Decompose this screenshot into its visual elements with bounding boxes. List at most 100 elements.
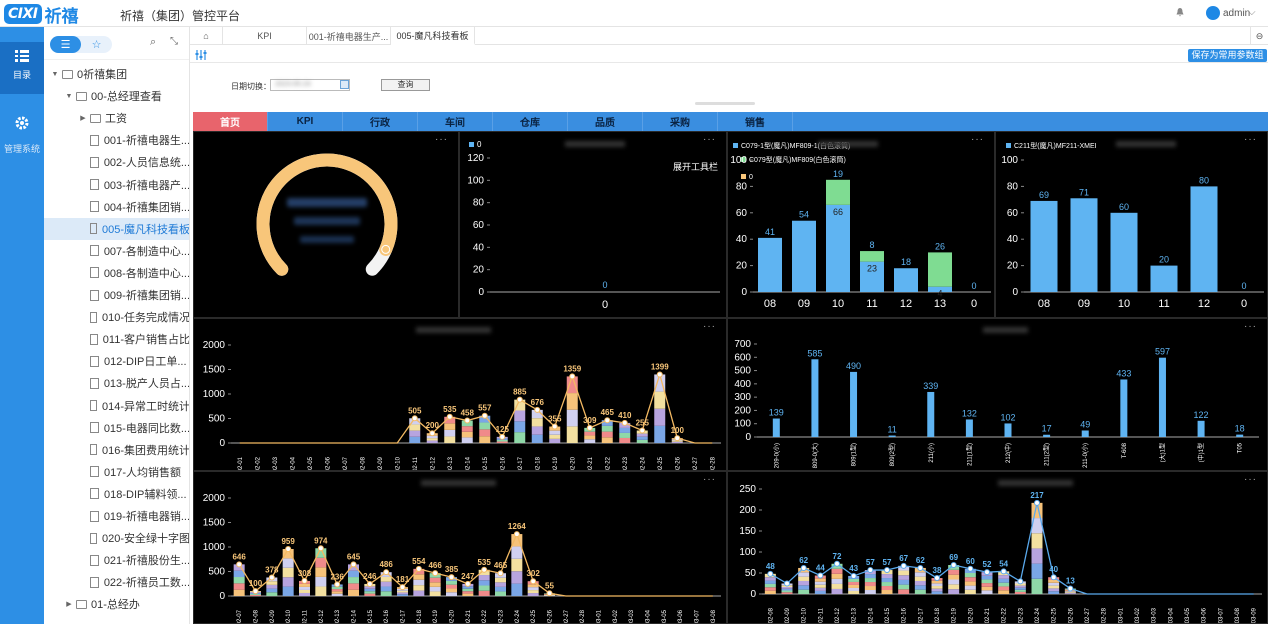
y-tick-label: 500	[208, 567, 225, 578]
query-button[interactable]: 查询	[381, 79, 430, 91]
category-tab[interactable]: 车间	[418, 112, 493, 131]
x-tick-label: 03-07	[695, 609, 701, 624]
tree-item[interactable]: 002-人员信息统...	[44, 151, 189, 173]
caret-down-icon[interactable]: ▼	[50, 71, 60, 78]
bar-segment	[413, 590, 425, 596]
avatar[interactable]	[1206, 6, 1220, 20]
line-point	[285, 546, 292, 553]
data-label: 17	[1042, 424, 1052, 434]
bar-segment	[584, 431, 596, 436]
x-tick-label: 02-16	[902, 607, 908, 623]
bar-segment	[881, 574, 893, 579]
tree-item[interactable]: 013-脱产人员占...	[44, 372, 189, 394]
category-tab[interactable]: 销售	[718, 112, 793, 131]
x-tick-label: 02-04	[290, 456, 296, 471]
bar-segment	[479, 436, 491, 443]
tree-item[interactable]: 015-电器同比数...	[44, 417, 189, 439]
tree-item[interactable]: ▶ 工资	[44, 107, 189, 129]
tree-item[interactable]: 009-祈禧集团销...	[44, 284, 189, 306]
line-point	[530, 578, 537, 585]
line-point	[464, 580, 471, 587]
category-tab[interactable]: KPI	[268, 112, 343, 131]
x-tick-label: 02-24	[515, 609, 521, 624]
bar-segment	[409, 430, 421, 437]
collapse-icon[interactable]: ⤡	[170, 36, 178, 47]
top-bar: CIXI 祈禧 祈禧（集团）管控平台 admin ⌵	[0, 0, 1268, 27]
tree-item[interactable]: 004-祈禧集团销...	[44, 196, 189, 218]
settings-sliders-icon[interactable]	[195, 50, 207, 60]
tree-item-label: 018-DIP辅料领...	[104, 488, 187, 501]
tab-005[interactable]: 005-魔凡科技看板	[391, 27, 475, 45]
category-tab[interactable]: 采购	[643, 112, 718, 131]
tree-item[interactable]: 018-DIP辅料领...	[44, 483, 189, 505]
tree-item[interactable]: 011-客户销售占比	[44, 328, 190, 350]
tree-item[interactable]: ▼ 00-总经理查看	[44, 85, 189, 107]
save-params-button[interactable]: 保存为常用参数组合	[1188, 49, 1267, 73]
collapse-handle[interactable]	[695, 102, 755, 105]
y-tick-label: 0	[478, 287, 484, 298]
line-point	[411, 415, 418, 422]
tab-001[interactable]: 001-祈禧电器生产...	[307, 27, 391, 45]
search-icon[interactable]: ⌕	[150, 36, 156, 49]
category-tab[interactable]: 品质	[568, 112, 643, 131]
line-point	[366, 580, 373, 587]
bar-segment	[527, 593, 539, 596]
x-tick-label: 03-07	[1218, 607, 1224, 623]
tree-item[interactable]: 016-集团费用统计	[44, 439, 189, 461]
tree-item[interactable]: 001-祈禧电器生...	[44, 129, 189, 151]
tree-item[interactable]: ▶ 01-总经办	[44, 593, 189, 615]
tab-kpi[interactable]: KPI	[223, 27, 307, 45]
tree-item[interactable]: 017-人均销售额	[44, 461, 189, 483]
tree-item[interactable]: 022-祈禧员工数...	[44, 571, 189, 593]
bar-segment	[446, 584, 457, 589]
tree-item[interactable]: 019-祈禧电器销...	[44, 505, 189, 527]
bell-icon[interactable]	[1175, 7, 1185, 17]
caret-down-icon[interactable]: ▼	[64, 93, 74, 100]
chevron-down-icon[interactable]: ⌵	[1248, 7, 1256, 18]
nav-item-management[interactable]: 管理系统	[0, 112, 44, 162]
bar-segment	[315, 586, 327, 596]
tree-item[interactable]: 005-魔凡科技看板	[44, 217, 189, 240]
data-label: 62	[916, 556, 925, 565]
document-icon	[90, 179, 99, 190]
tree-item[interactable]: 020-安全绿十字图	[44, 527, 189, 549]
line-point	[252, 588, 259, 595]
line-point	[513, 531, 520, 538]
bar-segment	[798, 572, 810, 577]
tree-item[interactable]: 007-各制造中心...	[44, 240, 189, 262]
bar-segment	[781, 592, 793, 594]
data-label: 597	[1155, 347, 1170, 357]
tree-item-label: 工资	[105, 113, 127, 126]
data-label: 505	[408, 406, 422, 415]
tree-item[interactable]: 012-DIP日工单...	[44, 350, 189, 372]
tree-item[interactable]: 003-祈禧电器产...	[44, 174, 189, 196]
caret-right-icon[interactable]: ▶	[64, 600, 74, 608]
category-tab[interactable]: 首页	[193, 112, 268, 131]
tree-item[interactable]: ▼ 0祈禧集团	[44, 63, 189, 85]
date-input[interactable]: 2023-05-24	[270, 79, 350, 91]
list-view-icon[interactable]: ☰	[50, 36, 81, 53]
tree-item[interactable]: 010-任务完成情况	[44, 306, 189, 328]
bar-segment	[1014, 591, 1026, 594]
bar-segment	[233, 577, 245, 584]
tree-item[interactable]: 014-异常工时统计	[44, 395, 189, 417]
bar-segment	[864, 582, 876, 587]
x-tick-label: 02-12	[319, 609, 325, 624]
bar-segment	[948, 589, 960, 594]
tree-item[interactable]: 021-祈禧股份生...	[44, 549, 189, 571]
tab-menu-icon[interactable]: ⊖	[1250, 27, 1268, 45]
category-tab[interactable]: 仓库	[493, 112, 568, 131]
x-tick-label: 02-17	[918, 607, 924, 623]
tree-item[interactable]: 008-各制造中心...	[44, 262, 189, 284]
nav-item-catalog[interactable]: 目录	[0, 42, 44, 94]
tree-item-label: 011-客户销售占比	[102, 334, 190, 347]
category-tab[interactable]: 行政	[343, 112, 418, 131]
legend-swatch	[469, 142, 474, 147]
home-tab[interactable]: ⌂	[190, 27, 223, 45]
star-icon[interactable]: ☆	[81, 36, 112, 53]
caret-right-icon[interactable]: ▶	[78, 114, 88, 122]
x-tick-label: 211(小)	[927, 443, 935, 463]
calendar-icon[interactable]	[340, 80, 349, 89]
user-name[interactable]: admin	[1223, 8, 1250, 19]
x-tick-label: 03-06	[1202, 607, 1208, 623]
